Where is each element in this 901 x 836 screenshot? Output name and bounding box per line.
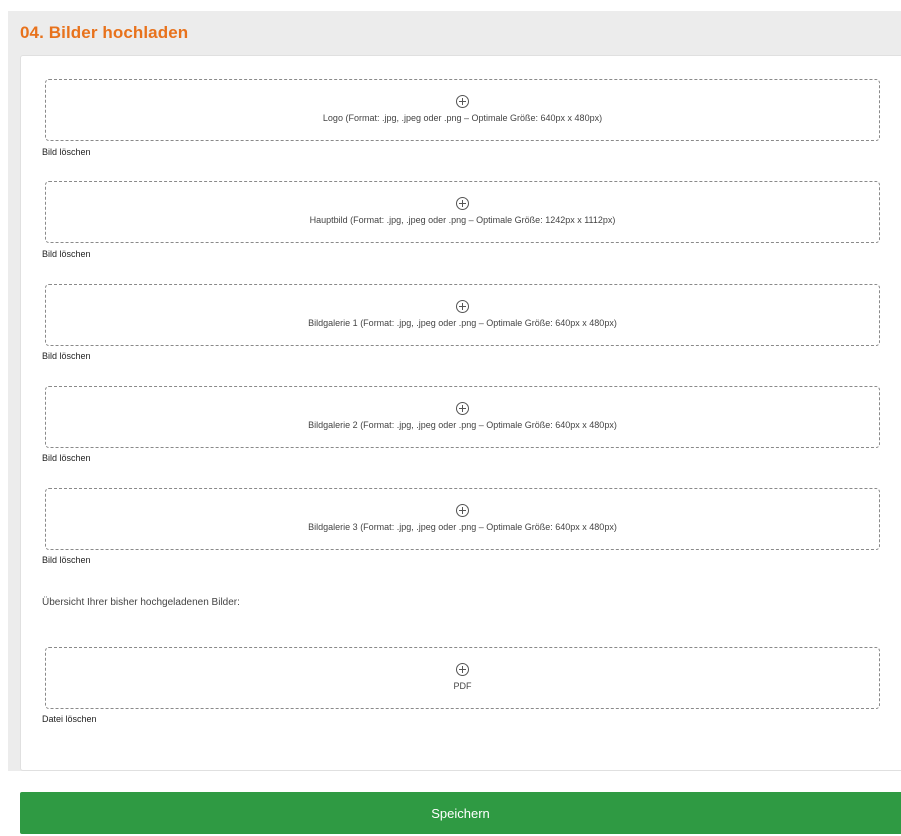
logo-upload-dropzone[interactable]: Logo (Format: .jpg, .jpeg oder .png – Op…: [45, 79, 880, 141]
plus-circle-icon: [455, 504, 469, 517]
delete-pdf-link[interactable]: Datei löschen: [42, 714, 97, 724]
gallery-1-upload-dropzone[interactable]: Bildgalerie 1 (Format: .jpg, .jpeg oder …: [45, 284, 880, 346]
save-button[interactable]: Speichern: [20, 792, 901, 834]
hauptbild-upload-dropzone[interactable]: Hauptbild (Format: .jpg, .jpeg oder .png…: [45, 181, 880, 243]
dropzone-label: Hauptbild (Format: .jpg, .jpeg oder .png…: [309, 215, 616, 225]
dropzone-label: Bildgalerie 1 (Format: .jpg, .jpeg oder …: [308, 318, 617, 328]
upload-section: 04. Bilder hochladen Logo (Format: .jpg,…: [8, 11, 901, 771]
delete-gallery-1-link[interactable]: Bild löschen: [42, 351, 91, 361]
dropzone-label: Bildgalerie 2 (Format: .jpg, .jpeg oder …: [308, 420, 617, 430]
plus-circle-icon: [455, 300, 469, 313]
pdf-upload-dropzone[interactable]: PDF: [45, 647, 880, 709]
plus-circle-icon: [455, 197, 469, 210]
plus-circle-icon: [455, 95, 469, 108]
dropzone-label: Logo (Format: .jpg, .jpeg oder .png – Op…: [322, 113, 603, 123]
delete-hauptbild-link[interactable]: Bild löschen: [42, 249, 91, 259]
plus-circle-icon: [455, 663, 469, 676]
delete-logo-link[interactable]: Bild löschen: [42, 147, 91, 157]
dropzone-label: Bildgalerie 3 (Format: .jpg, .jpeg oder …: [308, 522, 617, 532]
upload-panel: Logo (Format: .jpg, .jpeg oder .png – Op…: [20, 55, 901, 771]
plus-circle-icon: [455, 402, 469, 415]
gallery-3-upload-dropzone[interactable]: Bildgalerie 3 (Format: .jpg, .jpeg oder …: [45, 488, 880, 550]
section-title: 04. Bilder hochladen: [20, 23, 189, 42]
dropzone-label: PDF: [453, 681, 472, 691]
uploaded-images-overview-label: Übersicht Ihrer bisher hochgeladenen Bil…: [42, 597, 240, 608]
delete-gallery-2-link[interactable]: Bild löschen: [42, 453, 91, 463]
gallery-2-upload-dropzone[interactable]: Bildgalerie 2 (Format: .jpg, .jpeg oder …: [45, 386, 880, 448]
delete-gallery-3-link[interactable]: Bild löschen: [42, 555, 91, 565]
